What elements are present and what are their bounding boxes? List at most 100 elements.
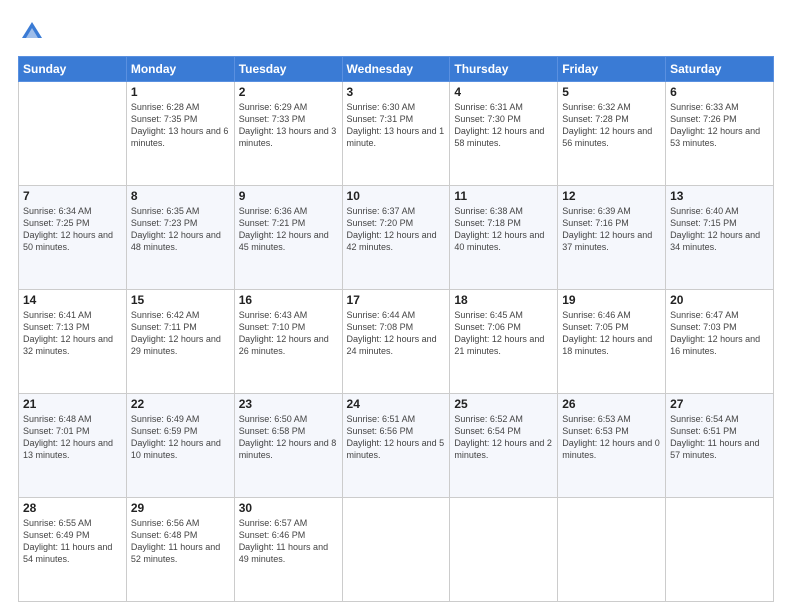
day-number: 13	[670, 189, 769, 203]
day-number: 23	[239, 397, 338, 411]
day-header-wednesday: Wednesday	[342, 57, 450, 82]
calendar-header: SundayMondayTuesdayWednesdayThursdayFrid…	[19, 57, 774, 82]
week-row-3: 14 Sunrise: 6:41 AMSunset: 7:13 PMDayligh…	[19, 290, 774, 394]
calendar-cell: 26 Sunrise: 6:53 AMSunset: 6:53 PMDayligh…	[558, 394, 666, 498]
week-row-4: 21 Sunrise: 6:48 AMSunset: 7:01 PMDayligh…	[19, 394, 774, 498]
calendar-cell: 28 Sunrise: 6:55 AMSunset: 6:49 PMDayligh…	[19, 498, 127, 602]
calendar-body: 1Sunrise: 6:28 AMSunset: 7:35 PMDaylight…	[19, 82, 774, 602]
calendar: SundayMondayTuesdayWednesdayThursdayFrid…	[18, 56, 774, 602]
calendar-cell: 14 Sunrise: 6:41 AMSunset: 7:13 PMDayligh…	[19, 290, 127, 394]
day-info: Sunrise: 6:56 AMSunset: 6:48 PMDaylight:…	[131, 517, 230, 566]
calendar-cell: 22 Sunrise: 6:49 AMSunset: 6:59 PMDayligh…	[126, 394, 234, 498]
day-info: Sunrise: 6:46 AMSunset: 7:05 PMDaylight:…	[562, 309, 661, 358]
day-number: 5	[562, 85, 661, 99]
day-header-tuesday: Tuesday	[234, 57, 342, 82]
day-header-thursday: Thursday	[450, 57, 558, 82]
day-info: Sunrise: 6:40 AMSunset: 7:15 PMDaylight:…	[670, 205, 769, 254]
calendar-cell: 10 Sunrise: 6:37 AMSunset: 7:20 PMDayligh…	[342, 186, 450, 290]
header-row: SundayMondayTuesdayWednesdayThursdayFrid…	[19, 57, 774, 82]
day-number: 27	[670, 397, 769, 411]
day-number: 18	[454, 293, 553, 307]
calendar-cell: 13 Sunrise: 6:40 AMSunset: 7:15 PMDayligh…	[666, 186, 774, 290]
calendar-cell: 17 Sunrise: 6:44 AMSunset: 7:08 PMDayligh…	[342, 290, 450, 394]
day-number: 3	[347, 85, 446, 99]
day-number: 12	[562, 189, 661, 203]
day-info: Sunrise: 6:30 AMSunset: 7:31 PMDaylight:…	[347, 101, 446, 150]
day-info: Sunrise: 6:44 AMSunset: 7:08 PMDaylight:…	[347, 309, 446, 358]
day-info: Sunrise: 6:54 AMSunset: 6:51 PMDaylight:…	[670, 413, 769, 462]
day-info: Sunrise: 6:48 AMSunset: 7:01 PMDaylight:…	[23, 413, 122, 462]
day-header-saturday: Saturday	[666, 57, 774, 82]
calendar-cell	[342, 498, 450, 602]
day-info: Sunrise: 6:53 AMSunset: 6:53 PMDaylight:…	[562, 413, 661, 462]
day-info: Sunrise: 6:33 AMSunset: 7:26 PMDaylight:…	[670, 101, 769, 150]
day-number: 20	[670, 293, 769, 307]
week-row-2: 7Sunrise: 6:34 AMSunset: 7:25 PMDaylight…	[19, 186, 774, 290]
day-number: 16	[239, 293, 338, 307]
day-info: Sunrise: 6:52 AMSunset: 6:54 PMDaylight:…	[454, 413, 553, 462]
day-number: 21	[23, 397, 122, 411]
logo	[18, 18, 50, 46]
calendar-cell: 9Sunrise: 6:36 AMSunset: 7:21 PMDaylight…	[234, 186, 342, 290]
day-number: 17	[347, 293, 446, 307]
week-row-1: 1Sunrise: 6:28 AMSunset: 7:35 PMDaylight…	[19, 82, 774, 186]
logo-icon	[18, 18, 46, 46]
day-info: Sunrise: 6:57 AMSunset: 6:46 PMDaylight:…	[239, 517, 338, 566]
calendar-cell: 7Sunrise: 6:34 AMSunset: 7:25 PMDaylight…	[19, 186, 127, 290]
day-info: Sunrise: 6:41 AMSunset: 7:13 PMDaylight:…	[23, 309, 122, 358]
calendar-cell	[666, 498, 774, 602]
day-info: Sunrise: 6:49 AMSunset: 6:59 PMDaylight:…	[131, 413, 230, 462]
calendar-cell: 15 Sunrise: 6:42 AMSunset: 7:11 PMDayligh…	[126, 290, 234, 394]
day-info: Sunrise: 6:43 AMSunset: 7:10 PMDaylight:…	[239, 309, 338, 358]
calendar-cell: 23 Sunrise: 6:50 AMSunset: 6:58 PMDayligh…	[234, 394, 342, 498]
calendar-cell: 4 Sunrise: 6:31 AMSunset: 7:30 PMDaylight…	[450, 82, 558, 186]
calendar-cell: 12 Sunrise: 6:39 AMSunset: 7:16 PMDayligh…	[558, 186, 666, 290]
week-row-5: 28 Sunrise: 6:55 AMSunset: 6:49 PMDayligh…	[19, 498, 774, 602]
day-number: 14	[23, 293, 122, 307]
day-number: 6	[670, 85, 769, 99]
calendar-cell: 27 Sunrise: 6:54 AMSunset: 6:51 PMDayligh…	[666, 394, 774, 498]
day-info: Sunrise: 6:47 AMSunset: 7:03 PMDaylight:…	[670, 309, 769, 358]
calendar-cell: 16 Sunrise: 6:43 AMSunset: 7:10 PMDayligh…	[234, 290, 342, 394]
calendar-cell: 20 Sunrise: 6:47 AMSunset: 7:03 PMDayligh…	[666, 290, 774, 394]
day-header-sunday: Sunday	[19, 57, 127, 82]
header	[18, 18, 774, 46]
calendar-cell: 24 Sunrise: 6:51 AMSunset: 6:56 PMDayligh…	[342, 394, 450, 498]
calendar-cell: 21 Sunrise: 6:48 AMSunset: 7:01 PMDayligh…	[19, 394, 127, 498]
day-number: 8	[131, 189, 230, 203]
day-info: Sunrise: 6:51 AMSunset: 6:56 PMDaylight:…	[347, 413, 446, 462]
day-number: 22	[131, 397, 230, 411]
calendar-cell: 6 Sunrise: 6:33 AMSunset: 7:26 PMDaylight…	[666, 82, 774, 186]
page: SundayMondayTuesdayWednesdayThursdayFrid…	[0, 0, 792, 612]
day-info: Sunrise: 6:37 AMSunset: 7:20 PMDaylight:…	[347, 205, 446, 254]
calendar-cell: 1Sunrise: 6:28 AMSunset: 7:35 PMDaylight…	[126, 82, 234, 186]
day-info: Sunrise: 6:45 AMSunset: 7:06 PMDaylight:…	[454, 309, 553, 358]
day-number: 9	[239, 189, 338, 203]
day-number: 15	[131, 293, 230, 307]
day-info: Sunrise: 6:39 AMSunset: 7:16 PMDaylight:…	[562, 205, 661, 254]
day-info: Sunrise: 6:29 AMSunset: 7:33 PMDaylight:…	[239, 101, 338, 150]
day-info: Sunrise: 6:55 AMSunset: 6:49 PMDaylight:…	[23, 517, 122, 566]
calendar-cell: 19Sunrise: 6:46 AMSunset: 7:05 PMDayligh…	[558, 290, 666, 394]
day-info: Sunrise: 6:32 AMSunset: 7:28 PMDaylight:…	[562, 101, 661, 150]
calendar-cell	[558, 498, 666, 602]
day-header-monday: Monday	[126, 57, 234, 82]
calendar-cell: 3 Sunrise: 6:30 AMSunset: 7:31 PMDaylight…	[342, 82, 450, 186]
day-info: Sunrise: 6:42 AMSunset: 7:11 PMDaylight:…	[131, 309, 230, 358]
day-number: 28	[23, 501, 122, 515]
day-info: Sunrise: 6:31 AMSunset: 7:30 PMDaylight:…	[454, 101, 553, 150]
day-number: 24	[347, 397, 446, 411]
day-number: 7	[23, 189, 122, 203]
calendar-cell	[450, 498, 558, 602]
day-info: Sunrise: 6:28 AMSunset: 7:35 PMDaylight:…	[131, 101, 230, 150]
day-number: 26	[562, 397, 661, 411]
day-info: Sunrise: 6:50 AMSunset: 6:58 PMDaylight:…	[239, 413, 338, 462]
day-number: 4	[454, 85, 553, 99]
day-number: 25	[454, 397, 553, 411]
calendar-cell: 11Sunrise: 6:38 AMSunset: 7:18 PMDayligh…	[450, 186, 558, 290]
day-number: 10	[347, 189, 446, 203]
day-header-friday: Friday	[558, 57, 666, 82]
day-info: Sunrise: 6:35 AMSunset: 7:23 PMDaylight:…	[131, 205, 230, 254]
calendar-cell: 2Sunrise: 6:29 AMSunset: 7:33 PMDaylight…	[234, 82, 342, 186]
calendar-cell	[19, 82, 127, 186]
